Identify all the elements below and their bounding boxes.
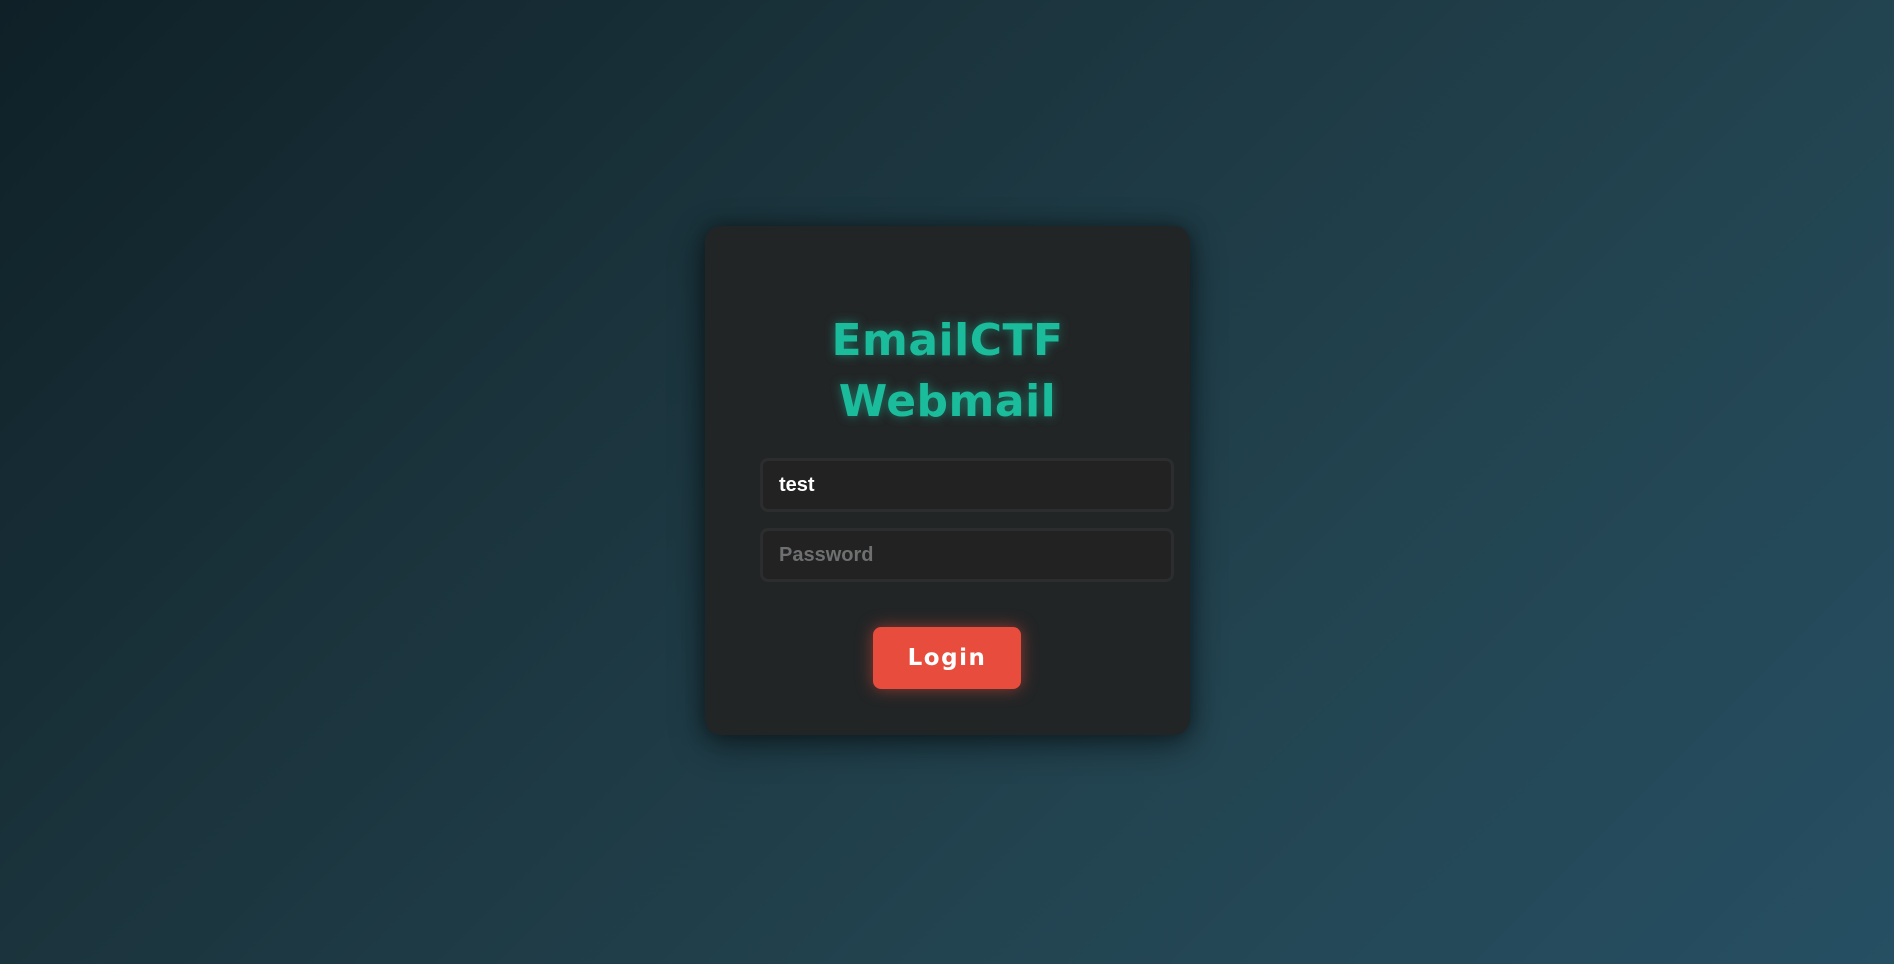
password-input[interactable] [760,528,1174,582]
login-card: EmailCTF Webmail Login [705,226,1190,735]
app-title: EmailCTF Webmail [705,310,1190,432]
login-button[interactable]: Login [873,627,1021,689]
app-title-line2: Webmail [838,376,1057,427]
app-title-line1: EmailCTF [831,315,1064,366]
username-input[interactable] [760,458,1174,512]
